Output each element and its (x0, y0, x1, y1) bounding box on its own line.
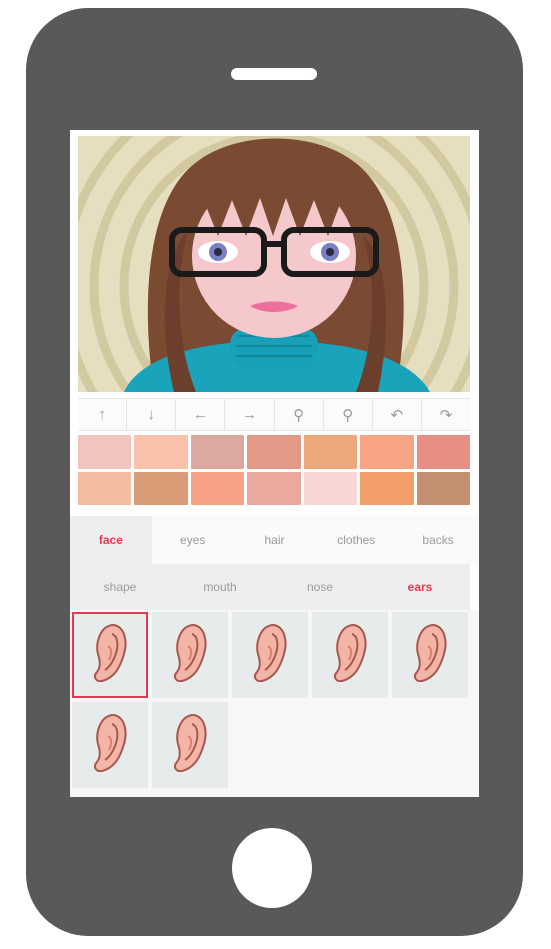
tab-backs[interactable]: backs (397, 516, 479, 564)
ear-option[interactable] (232, 612, 308, 698)
tab-eyes[interactable]: eyes (152, 516, 234, 564)
skin-color-palette (78, 435, 470, 505)
color-swatch[interactable] (190, 471, 245, 505)
color-swatch[interactable] (360, 435, 414, 469)
move-left-button[interactable]: ← (176, 399, 226, 430)
ear-icon (410, 622, 450, 689)
ear-icon (170, 712, 210, 779)
transform-toolbar: ↑ ↓ ← → ⚲ ⚲ ↶ ↷ (78, 398, 470, 431)
ear-option[interactable] (72, 612, 148, 698)
redo-icon: ↷ (439, 406, 453, 424)
phone-speaker (231, 68, 317, 80)
color-swatch[interactable] (247, 435, 301, 469)
color-swatch[interactable] (247, 471, 301, 505)
ear-icon (90, 622, 130, 689)
phone-body: ↑ ↓ ← → ⚲ ⚲ ↶ ↷ face eyes hair clothes b… (26, 8, 523, 936)
move-down-button[interactable]: ↓ (127, 399, 177, 430)
ear-options-grid (70, 610, 479, 797)
color-swatch[interactable] (190, 435, 245, 469)
color-swatch[interactable] (303, 435, 358, 469)
face-subtabs: shape mouth nose ears (70, 564, 470, 610)
ear-option[interactable] (152, 702, 228, 788)
undo-icon: ↶ (390, 406, 404, 424)
ear-option[interactable] (392, 612, 468, 698)
tab-hair[interactable]: hair (234, 516, 316, 564)
subtab-nose[interactable]: nose (270, 564, 370, 610)
arrow-down-icon: ↓ (147, 406, 155, 423)
arrow-left-icon: ← (192, 406, 208, 423)
ear-option[interactable] (312, 612, 388, 698)
subtab-mouth[interactable]: mouth (170, 564, 270, 610)
redo-button[interactable]: ↷ (422, 399, 470, 430)
tab-face[interactable]: face (70, 516, 152, 564)
category-tabs: face eyes hair clothes backs (70, 516, 479, 564)
arrow-up-icon: ↑ (98, 406, 106, 423)
color-swatch[interactable] (78, 435, 132, 469)
arrow-right-icon: → (241, 406, 257, 423)
color-swatch[interactable] (134, 471, 188, 505)
ear-icon (90, 712, 130, 779)
undo-button[interactable]: ↶ (373, 399, 422, 430)
tab-clothes[interactable]: clothes (315, 516, 397, 564)
color-swatch[interactable] (360, 471, 414, 505)
zoom-in-icon: ⚲ (342, 406, 354, 424)
ear-icon (330, 622, 370, 689)
color-swatch[interactable] (416, 471, 470, 505)
color-swatch[interactable] (134, 435, 188, 469)
app-screen: ↑ ↓ ← → ⚲ ⚲ ↶ ↷ face eyes hair clothes b… (70, 130, 479, 797)
move-right-button[interactable]: → (225, 399, 275, 430)
ear-icon (170, 622, 210, 689)
ear-icon (250, 622, 290, 689)
zoom-out-button[interactable]: ⚲ (275, 399, 324, 430)
avatar-illustration (78, 136, 470, 392)
color-swatch[interactable] (303, 471, 358, 505)
zoom-in-button[interactable]: ⚲ (324, 399, 373, 430)
subtab-shape[interactable]: shape (70, 564, 170, 610)
avatar-preview (78, 136, 470, 392)
ear-option[interactable] (72, 702, 148, 788)
color-swatch[interactable] (78, 471, 132, 505)
subtab-ears[interactable]: ears (370, 564, 470, 610)
color-swatch[interactable] (416, 435, 470, 469)
ear-option[interactable] (152, 612, 228, 698)
move-up-button[interactable]: ↑ (78, 399, 128, 430)
home-button[interactable] (232, 828, 312, 908)
zoom-out-icon: ⚲ (293, 406, 305, 424)
